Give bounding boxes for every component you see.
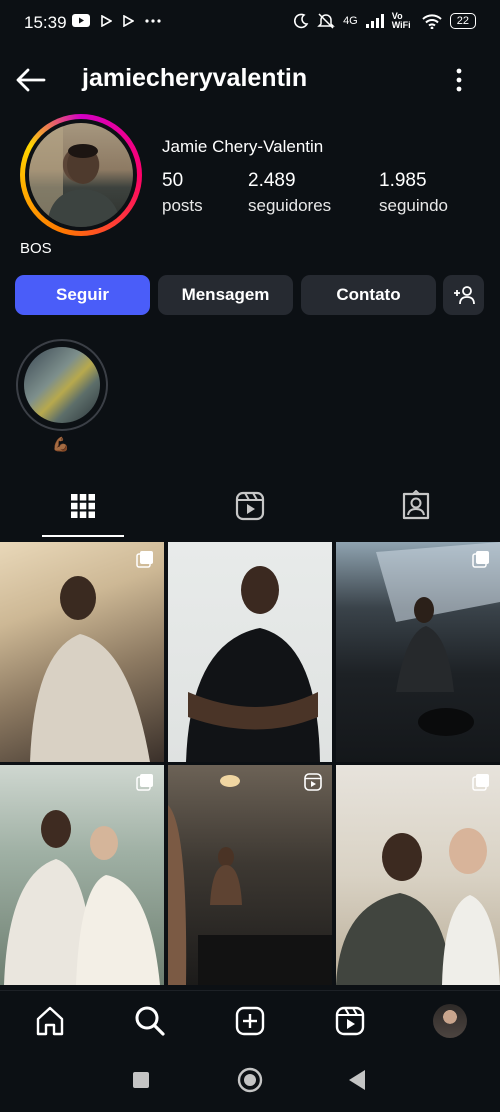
carousel-icon bbox=[472, 774, 489, 791]
search-icon[interactable] bbox=[133, 1004, 167, 1038]
reels-icon[interactable] bbox=[234, 490, 266, 522]
message-button[interactable]: Mensagem bbox=[158, 275, 293, 315]
status-bar: 15:39 4G Vo WiFi 22 bbox=[0, 0, 500, 46]
more-notifications-icon bbox=[145, 18, 161, 23]
reel-icon bbox=[304, 773, 322, 791]
own-profile-avatar[interactable] bbox=[433, 1004, 467, 1038]
back-button-icon[interactable] bbox=[346, 1068, 368, 1092]
post-thumbnail[interactable] bbox=[336, 765, 500, 985]
mute-icon bbox=[317, 13, 335, 29]
tagged-icon[interactable] bbox=[400, 490, 432, 522]
post-thumbnail[interactable] bbox=[168, 765, 332, 985]
followers-count[interactable]: 2.489 bbox=[248, 170, 296, 192]
recent-apps-icon[interactable] bbox=[130, 1069, 152, 1091]
follow-button[interactable]: Seguir bbox=[15, 275, 150, 315]
create-post-icon[interactable] bbox=[233, 1004, 267, 1038]
highlight-label: 💪🏾 bbox=[52, 436, 70, 452]
play-store-icon bbox=[101, 14, 112, 27]
suggest-people-button[interactable] bbox=[443, 275, 484, 315]
profile-full-name: Jamie Chery-Valentin bbox=[162, 137, 324, 156]
back-arrow-icon[interactable] bbox=[14, 64, 48, 96]
story-highlight[interactable] bbox=[16, 339, 108, 431]
reels-nav-icon[interactable] bbox=[333, 1004, 367, 1038]
contact-button[interactable]: Contato bbox=[301, 275, 436, 315]
carousel-icon bbox=[136, 551, 153, 568]
home-icon[interactable] bbox=[33, 1004, 67, 1038]
grid-icon[interactable] bbox=[67, 490, 99, 522]
post-thumbnail[interactable] bbox=[336, 542, 500, 762]
profile-avatar[interactable] bbox=[20, 114, 142, 236]
do-not-disturb-icon bbox=[294, 13, 309, 29]
signal-icon bbox=[365, 14, 384, 28]
more-options-icon[interactable] bbox=[446, 66, 472, 94]
following-count[interactable]: 1.985 bbox=[379, 170, 427, 192]
volte-label: Vo WiFi bbox=[391, 11, 411, 30]
play-store-icon-2 bbox=[123, 14, 134, 27]
carousel-icon bbox=[472, 551, 489, 568]
followers-label[interactable]: seguidores bbox=[248, 196, 331, 216]
wifi-icon bbox=[422, 13, 442, 29]
posts-label[interactable]: posts bbox=[162, 196, 203, 216]
status-notification-icons bbox=[72, 14, 162, 27]
active-tab-indicator bbox=[42, 535, 124, 537]
following-label[interactable]: seguindo bbox=[379, 196, 448, 216]
posts-count[interactable]: 50 bbox=[162, 170, 183, 192]
post-thumbnail[interactable] bbox=[0, 542, 164, 762]
status-system-icons: 4G Vo WiFi 22 bbox=[293, 12, 476, 30]
home-button-icon[interactable] bbox=[236, 1066, 264, 1094]
add-person-icon bbox=[453, 286, 475, 305]
post-thumbnail[interactable] bbox=[168, 542, 332, 762]
profile-username: jamiecheryvalentin bbox=[82, 64, 308, 92]
post-thumbnail[interactable] bbox=[0, 765, 164, 985]
carousel-icon bbox=[136, 774, 153, 791]
status-time: 15:39 bbox=[24, 13, 67, 32]
youtube-icon bbox=[72, 14, 90, 27]
battery-indicator: 22 bbox=[449, 13, 476, 29]
network-type: 4G bbox=[343, 15, 358, 27]
profile-bio: BOS bbox=[20, 240, 52, 257]
highlight-cover-image bbox=[24, 347, 100, 423]
